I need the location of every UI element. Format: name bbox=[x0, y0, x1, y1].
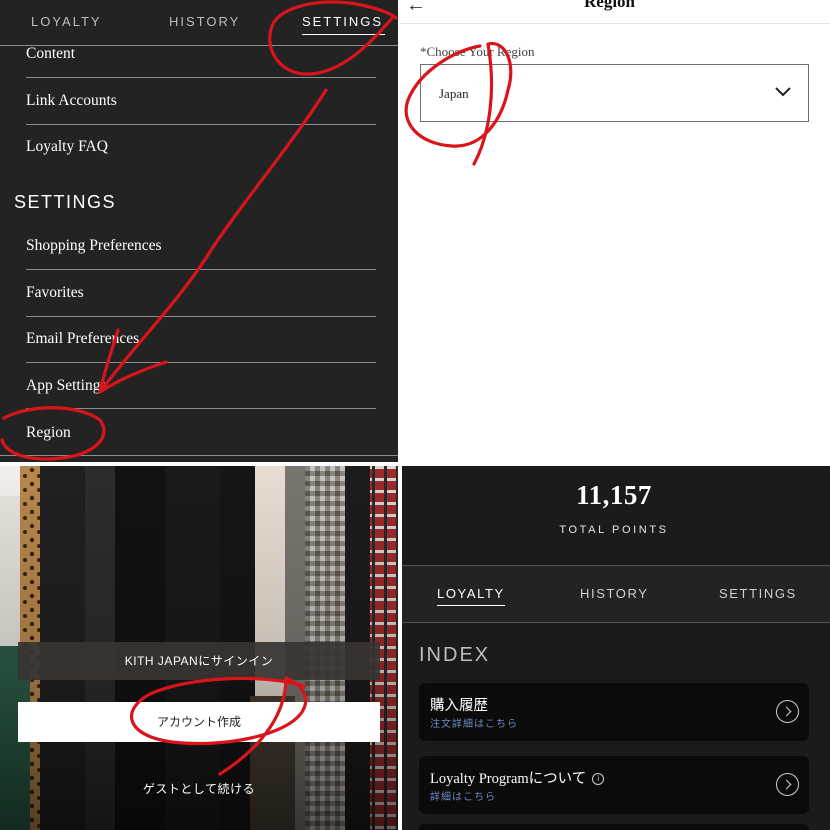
card-purchase-history[interactable]: 購入履歴 注文詳細はこちら bbox=[419, 683, 809, 741]
tab-settings[interactable]: SETTINGS bbox=[719, 586, 797, 601]
arrow-left-icon[interactable]: ← bbox=[406, 0, 426, 17]
chevron-right-circle-icon bbox=[776, 773, 799, 796]
card-subtitle: 注文詳細はこちら bbox=[430, 719, 518, 730]
tab-history[interactable]: HISTORY bbox=[169, 14, 240, 29]
index-title: INDEX bbox=[419, 644, 491, 666]
tab-history[interactable]: HISTORY bbox=[580, 586, 649, 601]
menu-item-link-accounts[interactable]: Link Accounts bbox=[26, 92, 376, 110]
divider bbox=[26, 269, 376, 270]
card-loyalty-program[interactable]: Loyalty Programについて i 詳細はこちら bbox=[419, 756, 809, 814]
divider bbox=[26, 362, 376, 363]
divider bbox=[0, 455, 398, 456]
menu-item-content[interactable]: Content bbox=[26, 45, 376, 63]
points-value: 11,157 bbox=[576, 480, 652, 510]
signin-button[interactable]: KITH JAPANにサインイン bbox=[18, 642, 380, 680]
chevron-down-icon bbox=[775, 87, 791, 97]
info-icon[interactable]: i bbox=[592, 773, 605, 785]
next-card-peek bbox=[419, 824, 809, 830]
chevron-right-circle-icon bbox=[776, 700, 799, 723]
tab-settings[interactable]: SETTINGS bbox=[302, 14, 386, 35]
tab-loyalty[interactable]: LOYALTY bbox=[31, 14, 102, 29]
region-selected-value: Japan bbox=[439, 86, 469, 101]
guest-continue-link[interactable]: ゲストとして続ける bbox=[0, 780, 398, 797]
divider bbox=[26, 408, 376, 409]
loyalty-panel: 11,157 TOTAL POINTS LOYALTY HISTORY SETT… bbox=[402, 466, 830, 830]
page-title: Region bbox=[584, 0, 635, 11]
settings-panel: LOYALTY HISTORY SETTINGS Content Link Ac… bbox=[0, 0, 398, 462]
menu-item-shopping-preferences[interactable]: Shopping Preferences bbox=[26, 237, 376, 255]
tab-loyalty[interactable]: LOYALTY bbox=[437, 586, 505, 606]
menu-item-favorites[interactable]: Favorites bbox=[26, 284, 376, 302]
card-subtitle: 詳細はこちら bbox=[430, 792, 496, 803]
menu-item-region[interactable]: Region bbox=[26, 424, 376, 442]
settings-section-title: SETTINGS bbox=[14, 192, 117, 212]
divider bbox=[26, 316, 376, 317]
region-header: ← Region bbox=[400, 0, 830, 24]
account-tabs: LOYALTY HISTORY SETTINGS bbox=[0, 0, 398, 46]
region-field-label: *Choose Your Region bbox=[420, 44, 535, 59]
region-select[interactable]: Japan bbox=[420, 64, 809, 122]
menu-item-loyalty-faq[interactable]: Loyalty FAQ bbox=[26, 138, 376, 156]
divider bbox=[26, 77, 376, 78]
card-title: 購入履歴 bbox=[430, 698, 488, 714]
signin-panel: KITH JAPANにサインイン アカウント作成 ゲストとして続ける bbox=[0, 466, 398, 830]
card-title: Loyalty Programについて i bbox=[430, 767, 605, 788]
create-account-button[interactable]: アカウント作成 bbox=[18, 702, 380, 742]
region-panel: ← Region *Choose Your Region Japan bbox=[400, 0, 830, 462]
menu-item-email-preferences[interactable]: Email Preferences bbox=[26, 330, 376, 348]
points-label: TOTAL POINTS bbox=[559, 524, 669, 536]
divider bbox=[26, 124, 376, 125]
loyalty-tabs: LOYALTY HISTORY SETTINGS bbox=[402, 565, 830, 623]
menu-item-app-settings[interactable]: App Settings bbox=[26, 377, 376, 395]
